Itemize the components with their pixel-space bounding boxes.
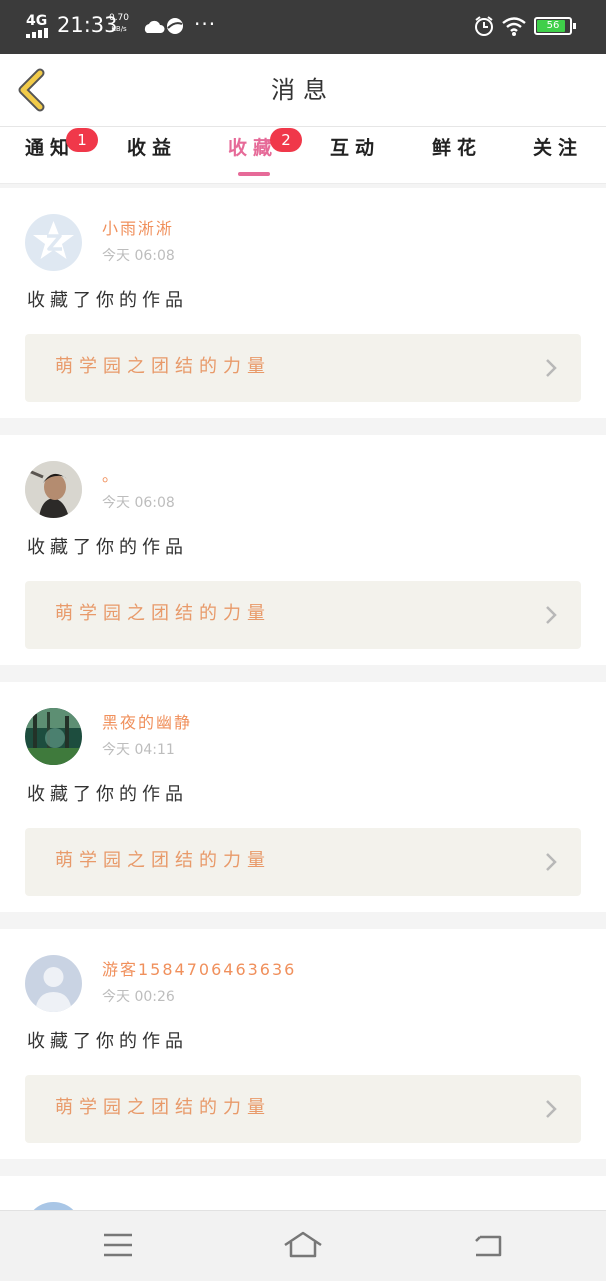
message-card: 小雨淅淅 今天 06:08 收藏了你的作品 萌学园之团结的力量 <box>0 188 606 418</box>
work-link[interactable]: 萌学园之团结的力量 <box>25 828 581 896</box>
work-title: 萌学园之团结的力量 <box>55 1097 271 1118</box>
chevron-right-icon <box>546 359 557 377</box>
system-nav-bar <box>0 1210 606 1281</box>
unread-badge: 2 <box>270 128 302 152</box>
active-tab-indicator <box>238 172 270 176</box>
work-title: 萌学园之团结的力量 <box>55 603 271 624</box>
avatar[interactable] <box>25 461 82 518</box>
chevron-right-icon <box>546 853 557 871</box>
net-speed-unit: KB/s <box>111 25 127 33</box>
work-title: 萌学园之团结的力量 <box>55 356 271 377</box>
tab-label: 关注 <box>532 137 583 159</box>
unread-badge: 1 <box>66 128 98 152</box>
avatar[interactable] <box>25 955 82 1012</box>
cloud-icon <box>142 16 186 40</box>
more-notifications-icon: ··· <box>194 12 217 36</box>
message-card: 黑夜的幽静 今天 04:11 收藏了你的作品 萌学园之团结的力量 <box>0 682 606 912</box>
username-link[interactable]: 小雨淅淅 <box>102 218 174 240</box>
page-title: 消息 <box>271 76 335 104</box>
message-text: 收藏了你的作品 <box>27 537 188 558</box>
work-title: 萌学园之团结的力量 <box>55 850 271 871</box>
home-icon <box>284 1231 322 1258</box>
battery-icon: 56 <box>534 17 576 35</box>
tab-notifications[interactable]: 通知 1 <box>2 128 98 175</box>
battery-level: 56 <box>546 20 560 31</box>
qzone-default-avatar-icon <box>25 214 82 271</box>
username-link[interactable]: 游客1584706463636 <box>102 959 296 981</box>
alarm-icon <box>473 15 495 41</box>
chevron-right-icon <box>546 606 557 624</box>
tab-label: 互动 <box>329 137 380 159</box>
avatar[interactable] <box>25 214 82 271</box>
avatar[interactable] <box>25 708 82 765</box>
username-link[interactable]: 黑夜的幽静 <box>102 712 192 734</box>
message-time: 今天 06:08 <box>102 248 175 264</box>
username-link[interactable]: 。 <box>102 465 120 487</box>
tab-favorites[interactable]: 收藏 2 <box>205 128 302 176</box>
status-bar: 4G 21:33 0.70 KB/s ··· 56 <box>0 0 606 54</box>
app-header: 消息 <box>0 54 606 127</box>
photo-avatar-icon <box>25 461 82 518</box>
menu-icon <box>104 1233 132 1257</box>
tab-earnings[interactable]: 收益 <box>104 135 200 175</box>
tab-flowers[interactable]: 鲜花 <box>409 135 505 175</box>
network-type: 4G <box>26 13 48 29</box>
back-nav-button[interactable] <box>468 1229 508 1261</box>
net-speed-value: 0.70 <box>108 13 130 23</box>
message-text: 收藏了你的作品 <box>27 784 188 805</box>
signal-icon <box>26 28 48 38</box>
work-link[interactable]: 萌学园之团结的力量 <box>25 1075 581 1143</box>
net-speed: 0.70 KB/s <box>108 13 130 35</box>
tab-bar: 通知 1 收益 收藏 2 互动 鲜花 关注 <box>0 127 606 184</box>
message-card: 。 今天 06:08 收藏了你的作品 萌学园之团结的力量 <box>0 435 606 665</box>
message-time: 今天 04:11 <box>102 742 175 758</box>
wifi-icon <box>501 15 527 41</box>
work-link[interactable]: 萌学园之团结的力量 <box>25 581 581 649</box>
message-text: 收藏了你的作品 <box>27 290 188 311</box>
message-card: 游客1584706463636 今天 00:26 收藏了你的作品 萌学园之团结的… <box>0 929 606 1159</box>
home-button[interactable] <box>283 1229 323 1261</box>
chevron-right-icon <box>546 1100 557 1118</box>
tab-interactions[interactable]: 互动 <box>307 135 403 175</box>
back-icon <box>475 1235 502 1257</box>
work-link[interactable]: 萌学园之团结的力量 <box>25 334 581 402</box>
message-text: 收藏了你的作品 <box>27 1031 188 1052</box>
message-time: 今天 00:26 <box>102 989 175 1005</box>
forest-avatar-icon <box>25 708 82 765</box>
tab-label: 收益 <box>126 137 177 159</box>
tab-following[interactable]: 关注 <box>510 135 606 175</box>
browser-icon <box>167 18 183 34</box>
menu-button[interactable] <box>98 1229 138 1261</box>
tab-label: 鲜花 <box>431 137 482 159</box>
default-user-avatar-icon <box>25 955 82 1012</box>
message-time: 今天 06:08 <box>102 495 175 511</box>
